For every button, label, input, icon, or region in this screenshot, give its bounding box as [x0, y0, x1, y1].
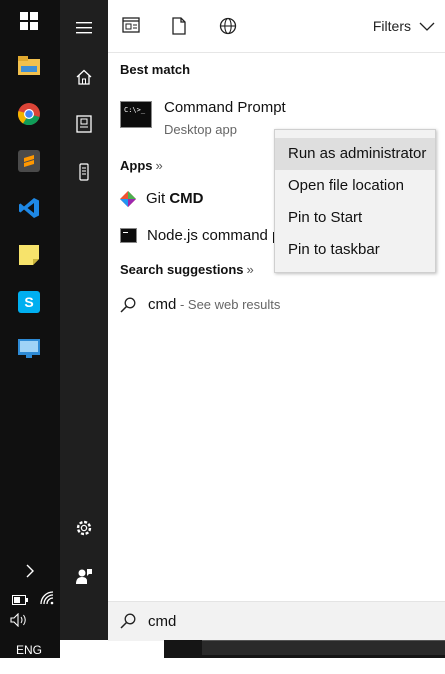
filters-dropdown[interactable]: Filters	[373, 18, 435, 34]
command-prompt-small-icon	[120, 228, 137, 243]
scope-bar: Filters	[108, 0, 445, 53]
sublime-text-icon[interactable]	[10, 142, 48, 180]
sticky-notes-icon[interactable]	[10, 236, 48, 274]
app-name-match: CMD	[169, 190, 204, 207]
remote-desktop-icon[interactable]	[10, 330, 48, 368]
app-name-prefix: Git	[146, 190, 170, 207]
chevron-down-icon	[419, 22, 435, 31]
menu-item-pin-to-start[interactable]: Pin to Start	[275, 202, 435, 234]
search-results-panel: Filters Best match C:\>_ Command Prompt …	[108, 0, 445, 601]
filters-label: Filters	[372, 18, 411, 34]
search-box[interactable]: cmd	[108, 601, 445, 641]
apps-heading[interactable]: Apps»	[120, 158, 163, 173]
suggestions-chevron: »	[246, 262, 254, 277]
git-icon	[120, 190, 136, 207]
start-menu-rail	[60, 0, 108, 640]
user-feedback-icon[interactable]	[60, 556, 108, 596]
best-match-subtitle: Desktop app	[164, 122, 237, 137]
app-name: Git CMD	[146, 190, 204, 207]
documents-icon[interactable]	[60, 104, 108, 144]
svg-text:S: S	[24, 294, 33, 310]
suggestion-query: cmd	[148, 296, 177, 313]
menu-item-open-file-location[interactable]: Open file location	[275, 170, 435, 202]
search-icon	[120, 297, 136, 313]
hamburger-menu-icon[interactable]	[60, 8, 108, 48]
suggestion-text: cmd - See web results	[148, 296, 280, 313]
command-prompt-icon-text: C:\>_	[124, 106, 146, 114]
language-indicator[interactable]: ENG	[16, 643, 42, 657]
vscode-icon[interactable]	[10, 189, 48, 227]
best-match-heading: Best match	[120, 62, 191, 77]
home-icon[interactable]	[60, 57, 108, 97]
device-icon[interactable]	[60, 152, 108, 192]
apps-chevron: »	[155, 158, 163, 173]
chevron-right-icon	[26, 564, 34, 578]
windows-start-icon[interactable]	[10, 2, 48, 40]
list-item-git-cmd[interactable]: Git CMD	[120, 190, 204, 207]
background-window-edge	[202, 640, 445, 655]
app-name: Node.js command p	[147, 227, 281, 244]
battery-icon[interactable]	[12, 592, 28, 610]
file-explorer-icon[interactable]	[10, 47, 48, 85]
menu-item-run-as-administrator[interactable]: Run as administrator	[275, 138, 435, 170]
best-match-title: Command Prompt	[164, 99, 286, 116]
context-menu: Run as administrator Open file location …	[274, 129, 436, 273]
wifi-icon[interactable]	[40, 591, 56, 610]
settings-icon[interactable]	[60, 508, 108, 548]
web-scope-icon[interactable]	[219, 17, 239, 37]
documents-scope-icon[interactable]	[171, 17, 191, 37]
show-hidden-icons[interactable]	[0, 564, 60, 578]
web-suggestion-item[interactable]: cmd - See web results	[120, 296, 280, 313]
menu-item-pin-to-taskbar[interactable]: Pin to taskbar	[275, 234, 435, 266]
search-input[interactable]: cmd	[148, 613, 176, 630]
search-suggestions-label: Search suggestions	[120, 262, 244, 277]
chrome-icon[interactable]	[10, 95, 48, 133]
taskbar: S	[0, 0, 60, 658]
list-item-nodejs-command-prompt[interactable]: Node.js command p	[120, 227, 280, 244]
search-suggestions-heading[interactable]: Search suggestions»	[120, 262, 254, 277]
search-box-icon	[120, 613, 136, 634]
apps-heading-label: Apps	[120, 158, 153, 173]
suggestion-suffix: - See web results	[176, 297, 281, 312]
command-prompt-icon: C:\>_	[120, 101, 152, 128]
skype-icon[interactable]: S	[10, 283, 48, 321]
apps-scope-icon[interactable]	[122, 17, 142, 37]
